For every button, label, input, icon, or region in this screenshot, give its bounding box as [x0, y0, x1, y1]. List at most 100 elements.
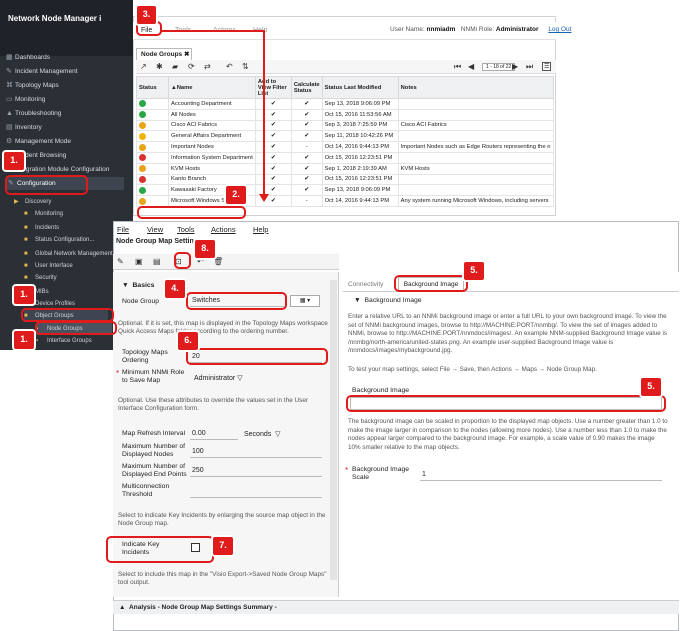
- cell-calc: ✔: [290, 119, 323, 132]
- col-status[interactable]: Status: [136, 76, 169, 99]
- save-icon[interactable]: ▣: [135, 257, 143, 266]
- basics-toggle[interactable]: ▼ Basics: [122, 282, 154, 290]
- col-modified[interactable]: Status Last Modified: [321, 76, 399, 99]
- col-name[interactable]: ▲Name: [168, 76, 256, 99]
- tree-item-incidents[interactable]: ■ Incidents: [24, 222, 59, 234]
- edit-icon[interactable]: ✎: [117, 257, 124, 266]
- callout-1a: 1.: [4, 152, 24, 170]
- min-role-select[interactable]: Administrator ▽: [194, 374, 243, 382]
- analysis-section[interactable]: ▲ Analysis - Node Group Map Settings Sum…: [113, 600, 679, 614]
- cell-modified: Sep 13, 2018 9:06:09 PM: [321, 184, 399, 197]
- status-normal-icon: [139, 186, 146, 194]
- lookup-dropdown[interactable]: ▦ ▾: [290, 295, 320, 307]
- refresh-icon[interactable]: ⟳: [188, 62, 195, 71]
- nav-item-incident-management[interactable]: ✎ Incident Management: [6, 65, 78, 79]
- cell-filter: ✔: [254, 130, 292, 143]
- paging-indicator: 1 - 18 of 22: [482, 63, 516, 71]
- cell-status: [136, 141, 169, 153]
- cell-filter: ✔: [254, 108, 292, 121]
- cell-notes: [397, 184, 555, 197]
- logout-link[interactable]: Log Out: [548, 26, 571, 33]
- folder-icon: ■: [24, 225, 28, 231]
- sort-icon[interactable]: ⇅: [242, 62, 249, 71]
- nav-item-topology-maps[interactable]: ⌘ Topology Maps: [6, 79, 59, 93]
- cell-notes: [397, 130, 555, 143]
- nav-item-troubleshooting[interactable]: ▲ Troubleshooting: [6, 107, 61, 121]
- menu-tools[interactable]: Tools: [177, 225, 195, 234]
- nav-item-dashboards[interactable]: ▦ Dashboards: [6, 51, 50, 65]
- background-image-label: Background Image: [352, 387, 410, 394]
- table-row[interactable]: Kanto Branch ✔ ✔ Oct 15, 2016 12:23:51 PM: [136, 173, 555, 186]
- left-scrollbar[interactable]: [330, 280, 337, 580]
- callout-6: 6.: [178, 332, 198, 350]
- tree-item-interface-groups[interactable]: ▪ Interface Groups: [36, 335, 92, 347]
- last-page-icon[interactable]: ⏭: [526, 62, 533, 72]
- max-end-label: Maximum Number of Displayed End Points: [122, 463, 187, 478]
- tree-item-global-network-management[interactable]: ■ Global Network Management: [24, 248, 113, 260]
- highlight-background-tab: [394, 275, 468, 292]
- sync-icon[interactable]: ⇄: [204, 62, 211, 71]
- menu-actions[interactable]: Actions: [211, 225, 236, 234]
- required-marker: *: [345, 466, 349, 475]
- delete-icon[interactable]: 🗑: [213, 257, 223, 266]
- table-row[interactable]: Accounting Department ✔ ✔ Sep 13, 2018 9:06…: [136, 98, 555, 110]
- required-marker: *: [116, 369, 120, 378]
- close-icon[interactable]: ✖: [184, 51, 189, 58]
- highlight-node-group-field: [186, 292, 287, 310]
- save-close-icon[interactable]: ▤: [153, 257, 161, 266]
- undo-icon[interactable]: ↶: [226, 62, 233, 71]
- nav-item-monitoring[interactable]: ▭ Monitoring: [6, 93, 45, 107]
- cell-name: Cisco ACI Fabrics: [168, 119, 256, 132]
- cell-name: KVM Hosts: [168, 162, 256, 175]
- nav-item-inventory[interactable]: ▤ Inventory: [6, 121, 42, 135]
- refresh-input[interactable]: 0.00: [192, 430, 206, 437]
- tab-node-groups[interactable]: Node Groups ✖: [136, 48, 192, 60]
- table-row[interactable]: Kawasaki Factory ✔ ✔ Sep 13, 2018 9:06:09 P…: [136, 184, 555, 197]
- table-row[interactable]: General Affairs Department ✔ ✔ Sep 11, 2018…: [136, 130, 555, 143]
- new-icon[interactable]: ✱: [156, 62, 163, 71]
- next-page-icon[interactable]: ▶: [512, 62, 518, 71]
- form-toolbar: ✎ ▣ ▤ ⊡ ↶ 🗑: [113, 254, 339, 270]
- prev-page-icon[interactable]: ◀: [468, 62, 474, 71]
- cell-name: General Affairs Department: [168, 130, 256, 143]
- table-row[interactable]: KVM Hosts ✔ ✔ Sep 1, 2018 2:19:39 AM KVM Hos…: [136, 162, 555, 175]
- max-nodes-input[interactable]: 100: [192, 448, 204, 455]
- cell-status: [136, 119, 169, 132]
- cell-notes: Cisco ACI Fabrics: [397, 119, 555, 132]
- background-section-toggle[interactable]: ▼ Background Image: [354, 297, 422, 305]
- refresh-unit-select[interactable]: Seconds ▽: [244, 430, 281, 438]
- scale-underline: [420, 480, 662, 481]
- nav-header: Network Node Manager i: [0, 0, 133, 56]
- cell-modified: Sep 3, 2018 7:25:59 PM: [321, 119, 399, 132]
- menu-file[interactable]: File: [117, 225, 129, 234]
- col-calc[interactable]: Calculate Status: [290, 76, 323, 99]
- tree-item-discovery[interactable]: ▶ Discovery: [14, 196, 51, 208]
- scale-input[interactable]: 1: [422, 471, 426, 478]
- cell-notes: [397, 151, 555, 164]
- tree-item-security[interactable]: ■ Security: [24, 272, 57, 284]
- max-end-input[interactable]: 250: [192, 467, 204, 474]
- folder-icon[interactable]: ▰: [172, 62, 178, 71]
- open-icon[interactable]: ↗: [140, 62, 147, 71]
- table-row[interactable]: All Nodes ✔ ✔ Oct 15, 2016 11:53:56 AM: [136, 108, 555, 121]
- table-options-icon[interactable]: ☰: [542, 62, 552, 71]
- nav-item-management-mode[interactable]: ⚙ Management Mode: [6, 135, 71, 149]
- col-notes[interactable]: Notes: [397, 76, 555, 99]
- tab-connectivity[interactable]: Connectivity: [348, 281, 383, 288]
- table-row[interactable]: Information System Department ✔ ✔ Oct 15, 2…: [136, 151, 555, 164]
- tree-item-monitoring[interactable]: ■ Monitoring: [24, 208, 63, 220]
- table-row[interactable]: Microsoft Windows Systems ✔ - Oct 14, 2016 …: [136, 195, 555, 207]
- highlight-background-input: [346, 395, 666, 412]
- col-filter[interactable]: Add to View Filter List: [254, 76, 292, 99]
- tree-item-status-configuration[interactable]: ■ Status Configuration...: [24, 234, 94, 246]
- undo-icon[interactable]: ↶: [197, 257, 204, 266]
- table-row[interactable]: Cisco ACI Fabrics ✔ ✔ Sep 3, 2018 7:25:59 P…: [136, 119, 555, 132]
- cell-calc: ✔: [290, 130, 323, 143]
- table-row[interactable]: Important Nodes ✔ - Oct 14, 2016 9:44:13 PM…: [136, 141, 555, 153]
- first-page-icon[interactable]: ⏮: [454, 62, 461, 72]
- menu-help[interactable]: Help: [253, 225, 268, 234]
- app-title: Network Node Manager i: [8, 14, 102, 23]
- tree-item-user-interface[interactable]: ■ User Interface: [24, 260, 73, 272]
- menu-view[interactable]: View: [147, 225, 163, 234]
- cell-name: Information System Department: [168, 151, 256, 164]
